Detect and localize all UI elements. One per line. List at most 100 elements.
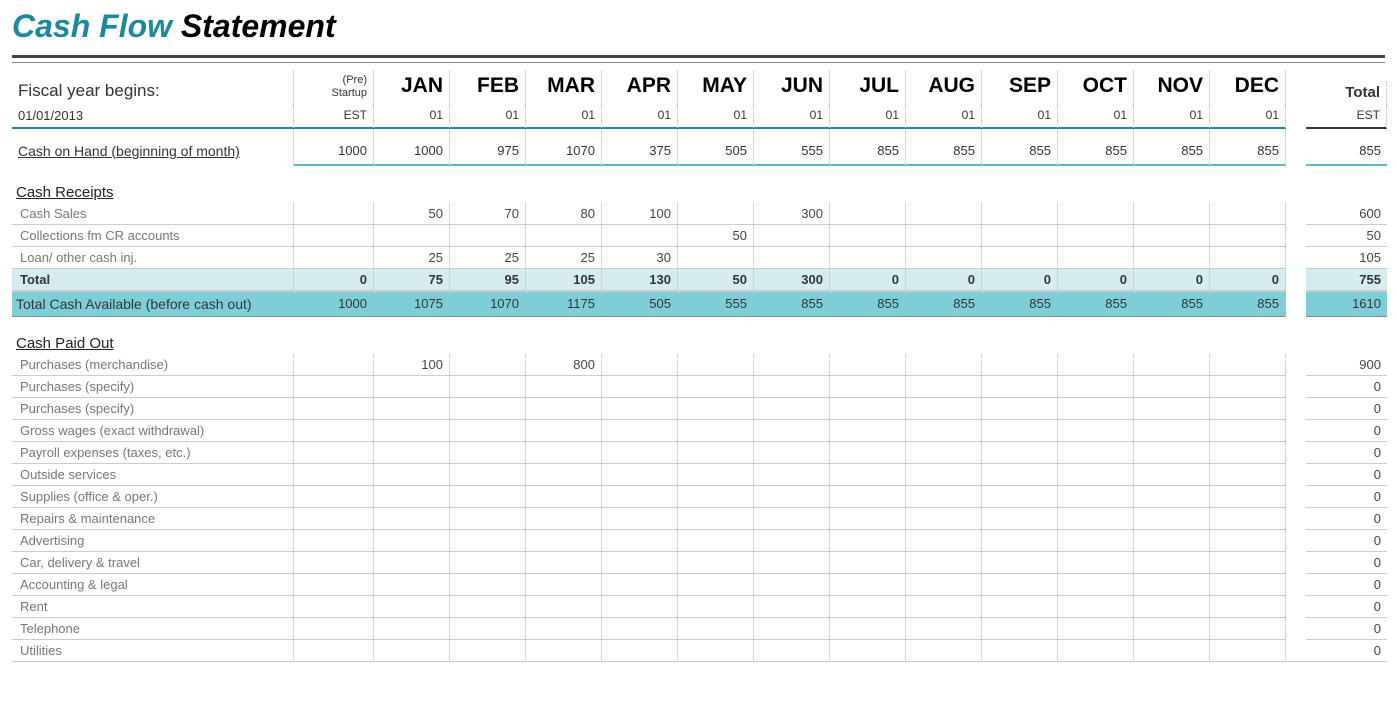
cash-paid-out-13-val-9[interactable]	[982, 639, 1058, 662]
cash-paid-out-5-val-7[interactable]	[830, 463, 906, 485]
cash-receipts-2-val-7[interactable]	[830, 246, 906, 268]
cash-receipts-0-val-2[interactable]: 70	[450, 203, 526, 224]
total-cash-available-val-2[interactable]: 1070	[450, 291, 526, 317]
cash-paid-out-13-val-12[interactable]	[1210, 639, 1286, 662]
cash-paid-out-5-val-6[interactable]	[754, 463, 830, 485]
cash-paid-out-3-val-12[interactable]	[1210, 419, 1286, 441]
cash-receipts-1-val-12[interactable]	[1210, 224, 1286, 246]
cash-paid-out-10-val-12[interactable]	[1210, 573, 1286, 595]
cash-receipts-0-val-11[interactable]	[1134, 203, 1210, 224]
cash-paid-out-0-val-12[interactable]	[1210, 354, 1286, 375]
total-cash-available-val-0[interactable]: 1000	[294, 291, 374, 317]
cash-paid-out-7-val-11[interactable]	[1134, 507, 1210, 529]
cash-receipts-total-val-7[interactable]: 0	[830, 268, 906, 291]
cash-paid-out-10-val-0[interactable]	[294, 573, 374, 595]
cash-paid-out-5-val-0[interactable]	[294, 463, 374, 485]
cash-paid-out-4-val-3[interactable]	[526, 441, 602, 463]
cash-paid-out-11-val-11[interactable]	[1134, 595, 1210, 617]
cash-receipts-1-val-2[interactable]	[450, 224, 526, 246]
cash-receipts-1-val-6[interactable]	[754, 224, 830, 246]
cash-paid-out-9-total[interactable]: 0	[1306, 551, 1387, 573]
cash-paid-out-9-val-1[interactable]	[374, 551, 450, 573]
cash-paid-out-13-val-0[interactable]	[294, 639, 374, 662]
total-cash-available-val-7[interactable]: 855	[830, 291, 906, 317]
cash-paid-out-3-val-2[interactable]	[450, 419, 526, 441]
cash-receipts-0-total[interactable]: 600	[1306, 203, 1387, 224]
cash-receipts-1-val-0[interactable]	[294, 224, 374, 246]
cash-paid-out-3-val-1[interactable]	[374, 419, 450, 441]
cash-paid-out-6-val-2[interactable]	[450, 485, 526, 507]
cash-on-hand-val-5[interactable]: 505	[678, 129, 754, 166]
cash-paid-out-1-total[interactable]: 0	[1306, 375, 1387, 397]
cash-paid-out-12-total[interactable]: 0	[1306, 617, 1387, 639]
total-cash-available-val-3[interactable]: 1175	[526, 291, 602, 317]
cash-paid-out-8-val-4[interactable]	[602, 529, 678, 551]
cash-paid-out-8-total[interactable]: 0	[1306, 529, 1387, 551]
cash-paid-out-4-val-4[interactable]	[602, 441, 678, 463]
cash-paid-out-0-val-0[interactable]	[294, 354, 374, 375]
cash-paid-out-8-val-1[interactable]	[374, 529, 450, 551]
cash-receipts-1-val-5[interactable]: 50	[678, 224, 754, 246]
total-cash-available-val-10[interactable]: 855	[1058, 291, 1134, 317]
cash-paid-out-13-val-5[interactable]	[678, 639, 754, 662]
cash-paid-out-10-val-10[interactable]	[1058, 573, 1134, 595]
cash-paid-out-10-val-4[interactable]	[602, 573, 678, 595]
cash-paid-out-1-val-4[interactable]	[602, 375, 678, 397]
cash-paid-out-0-val-1[interactable]: 100	[374, 354, 450, 375]
cash-on-hand-val-0[interactable]: 1000	[294, 129, 374, 166]
cash-on-hand-val-12[interactable]: 855	[1210, 129, 1286, 166]
cash-paid-out-2-val-2[interactable]	[450, 397, 526, 419]
cash-receipts-total-val-1[interactable]: 75	[374, 268, 450, 291]
cash-paid-out-12-val-5[interactable]	[678, 617, 754, 639]
cash-paid-out-8-val-11[interactable]	[1134, 529, 1210, 551]
total-cash-available-total[interactable]: 1610	[1306, 291, 1387, 317]
cash-receipts-total-val-5[interactable]: 50	[678, 268, 754, 291]
cash-paid-out-9-val-4[interactable]	[602, 551, 678, 573]
cash-paid-out-9-val-7[interactable]	[830, 551, 906, 573]
cash-receipts-1-val-7[interactable]	[830, 224, 906, 246]
cash-paid-out-3-val-11[interactable]	[1134, 419, 1210, 441]
cash-paid-out-2-val-11[interactable]	[1134, 397, 1210, 419]
cash-paid-out-2-total[interactable]: 0	[1306, 397, 1387, 419]
cash-receipts-total-val-12[interactable]: 0	[1210, 268, 1286, 291]
cash-paid-out-9-val-9[interactable]	[982, 551, 1058, 573]
cash-paid-out-6-val-5[interactable]	[678, 485, 754, 507]
cash-paid-out-0-val-6[interactable]	[754, 354, 830, 375]
cash-paid-out-7-val-6[interactable]	[754, 507, 830, 529]
cash-paid-out-9-val-8[interactable]	[906, 551, 982, 573]
cash-paid-out-0-val-8[interactable]	[906, 354, 982, 375]
cash-paid-out-2-val-8[interactable]	[906, 397, 982, 419]
cash-paid-out-0-val-10[interactable]	[1058, 354, 1134, 375]
cash-paid-out-10-val-3[interactable]	[526, 573, 602, 595]
total-cash-available-val-1[interactable]: 1075	[374, 291, 450, 317]
cash-paid-out-5-val-1[interactable]	[374, 463, 450, 485]
cash-paid-out-7-val-5[interactable]	[678, 507, 754, 529]
cash-on-hand-val-8[interactable]: 855	[906, 129, 982, 166]
cash-receipts-0-val-9[interactable]	[982, 203, 1058, 224]
cash-paid-out-9-val-6[interactable]	[754, 551, 830, 573]
cash-paid-out-1-val-6[interactable]	[754, 375, 830, 397]
cash-paid-out-12-val-6[interactable]	[754, 617, 830, 639]
cash-paid-out-4-total[interactable]: 0	[1306, 441, 1387, 463]
cash-paid-out-9-val-5[interactable]	[678, 551, 754, 573]
cash-paid-out-13-val-10[interactable]	[1058, 639, 1134, 662]
total-cash-available-val-11[interactable]: 855	[1134, 291, 1210, 317]
cash-paid-out-8-val-2[interactable]	[450, 529, 526, 551]
cash-paid-out-0-val-5[interactable]	[678, 354, 754, 375]
cash-receipts-1-val-3[interactable]	[526, 224, 602, 246]
cash-receipts-2-val-12[interactable]	[1210, 246, 1286, 268]
cash-paid-out-10-val-2[interactable]	[450, 573, 526, 595]
cash-paid-out-11-total[interactable]: 0	[1306, 595, 1387, 617]
cash-paid-out-11-val-1[interactable]	[374, 595, 450, 617]
cash-paid-out-2-val-0[interactable]	[294, 397, 374, 419]
cash-paid-out-11-val-0[interactable]	[294, 595, 374, 617]
cash-paid-out-3-val-10[interactable]	[1058, 419, 1134, 441]
cash-receipts-0-val-8[interactable]	[906, 203, 982, 224]
cash-paid-out-11-val-4[interactable]	[602, 595, 678, 617]
cash-paid-out-8-val-6[interactable]	[754, 529, 830, 551]
cash-receipts-0-val-4[interactable]: 100	[602, 203, 678, 224]
cash-paid-out-5-val-4[interactable]	[602, 463, 678, 485]
cash-paid-out-8-val-5[interactable]	[678, 529, 754, 551]
cash-paid-out-9-val-11[interactable]	[1134, 551, 1210, 573]
cash-paid-out-2-val-3[interactable]	[526, 397, 602, 419]
